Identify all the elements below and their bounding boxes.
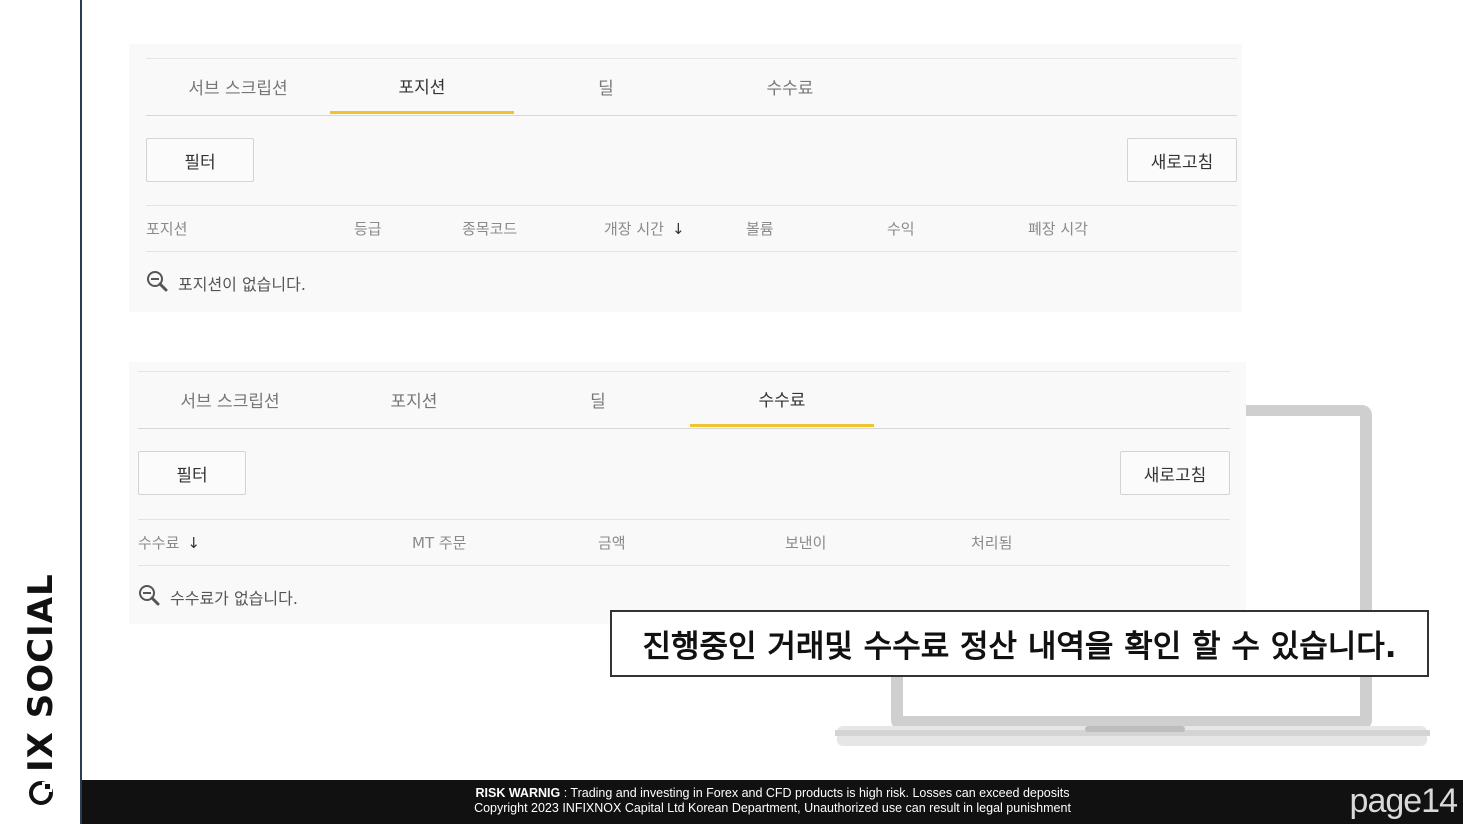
caption-text: 진행중인 거래및 수수료 정산 내역을 확인 할 수 있습니다. (642, 629, 1397, 665)
refresh-button[interactable]: 새로고침 (1127, 138, 1237, 182)
brand-logo-vertical: IX SOCIAL (18, 573, 64, 806)
column-close-time[interactable]: 폐장 시각 (1028, 206, 1088, 251)
tab-bar: 서브 스크립션 포지션 딜 수수료 (146, 58, 1237, 116)
zoom-out-icon (146, 270, 168, 296)
column-processed[interactable]: 처리됨 (971, 520, 1012, 565)
zoom-out-icon (138, 584, 160, 610)
column-mt-order[interactable]: MT 주문 (412, 520, 466, 565)
tab-positions[interactable]: 포지션 (330, 59, 514, 114)
arrow-down-icon: ↓ (671, 219, 685, 238)
risk-label: RISK WARNIG (475, 786, 561, 800)
tab-commission[interactable]: 수수료 (690, 372, 874, 427)
tab-commission[interactable]: 수수료 (698, 59, 882, 114)
caption-box: 진행중인 거래및 수수료 정산 내역을 확인 할 수 있습니다. (610, 610, 1429, 677)
arrow-down-icon: ↓ (187, 533, 200, 552)
column-sender[interactable]: 보낸이 (785, 520, 826, 565)
empty-message: 포지션이 없습니다. (178, 275, 306, 294)
tab-deals[interactable]: 딜 (506, 372, 690, 427)
column-commission[interactable]: 수수료 ↓ (138, 520, 200, 565)
risk-text: : Trading and investing in Forex and CFD… (560, 786, 1070, 800)
column-open-time[interactable]: 개장 시간 ↓ (604, 206, 685, 251)
positions-panel: 서브 스크립션 포지션 딜 수수료 필터 새로고침 포지션 등급 종목코드 개장… (129, 44, 1242, 312)
empty-message: 수수료가 없습니다. (170, 589, 298, 608)
tab-bar: 서브 스크립션 포지션 딜 수수료 (138, 371, 1230, 429)
empty-state: 포지션이 없습니다. (146, 270, 306, 296)
table-header: 수수료 ↓ MT 주문 금액 보낸이 처리됨 (138, 519, 1230, 566)
brand-ring-icon (28, 780, 54, 806)
brand-name: IX SOCIAL (21, 573, 61, 772)
tab-subscription[interactable]: 서브 스크립션 (138, 372, 322, 427)
filter-button[interactable]: 필터 (138, 451, 246, 495)
column-amount[interactable]: 금액 (598, 520, 626, 565)
risk-warning: RISK WARNIG : Trading and investing in F… (82, 786, 1463, 816)
column-profit[interactable]: 수익 (887, 206, 915, 251)
column-symbol[interactable]: 종목코드 (462, 206, 517, 251)
commission-panel: 서브 스크립션 포지션 딜 수수료 필터 새로고침 수수료 ↓ MT 주문 금액 … (129, 362, 1246, 624)
table-header: 포지션 등급 종목코드 개장 시간 ↓ 볼륨 수익 폐장 시각 (146, 205, 1237, 252)
footer-bar: RISK WARNIG : Trading and investing in F… (82, 780, 1463, 824)
filter-button[interactable]: 필터 (146, 138, 254, 182)
column-volume[interactable]: 볼륨 (746, 206, 774, 251)
refresh-button[interactable]: 새로고침 (1120, 451, 1230, 495)
empty-state: 수수료가 없습니다. (138, 584, 298, 610)
tab-subscription[interactable]: 서브 스크립션 (146, 59, 330, 114)
tab-positions[interactable]: 포지션 (322, 372, 506, 427)
brand-divider-line (80, 0, 82, 824)
page-number: page14 (1349, 782, 1458, 820)
column-position[interactable]: 포지션 (146, 206, 187, 251)
tab-deals[interactable]: 딜 (514, 59, 698, 114)
column-grade[interactable]: 등급 (354, 206, 382, 251)
copyright-text: Copyright 2023 INFIXNOX Capital Ltd Kore… (474, 801, 1071, 815)
left-brand-strip: IX SOCIAL (0, 0, 80, 824)
